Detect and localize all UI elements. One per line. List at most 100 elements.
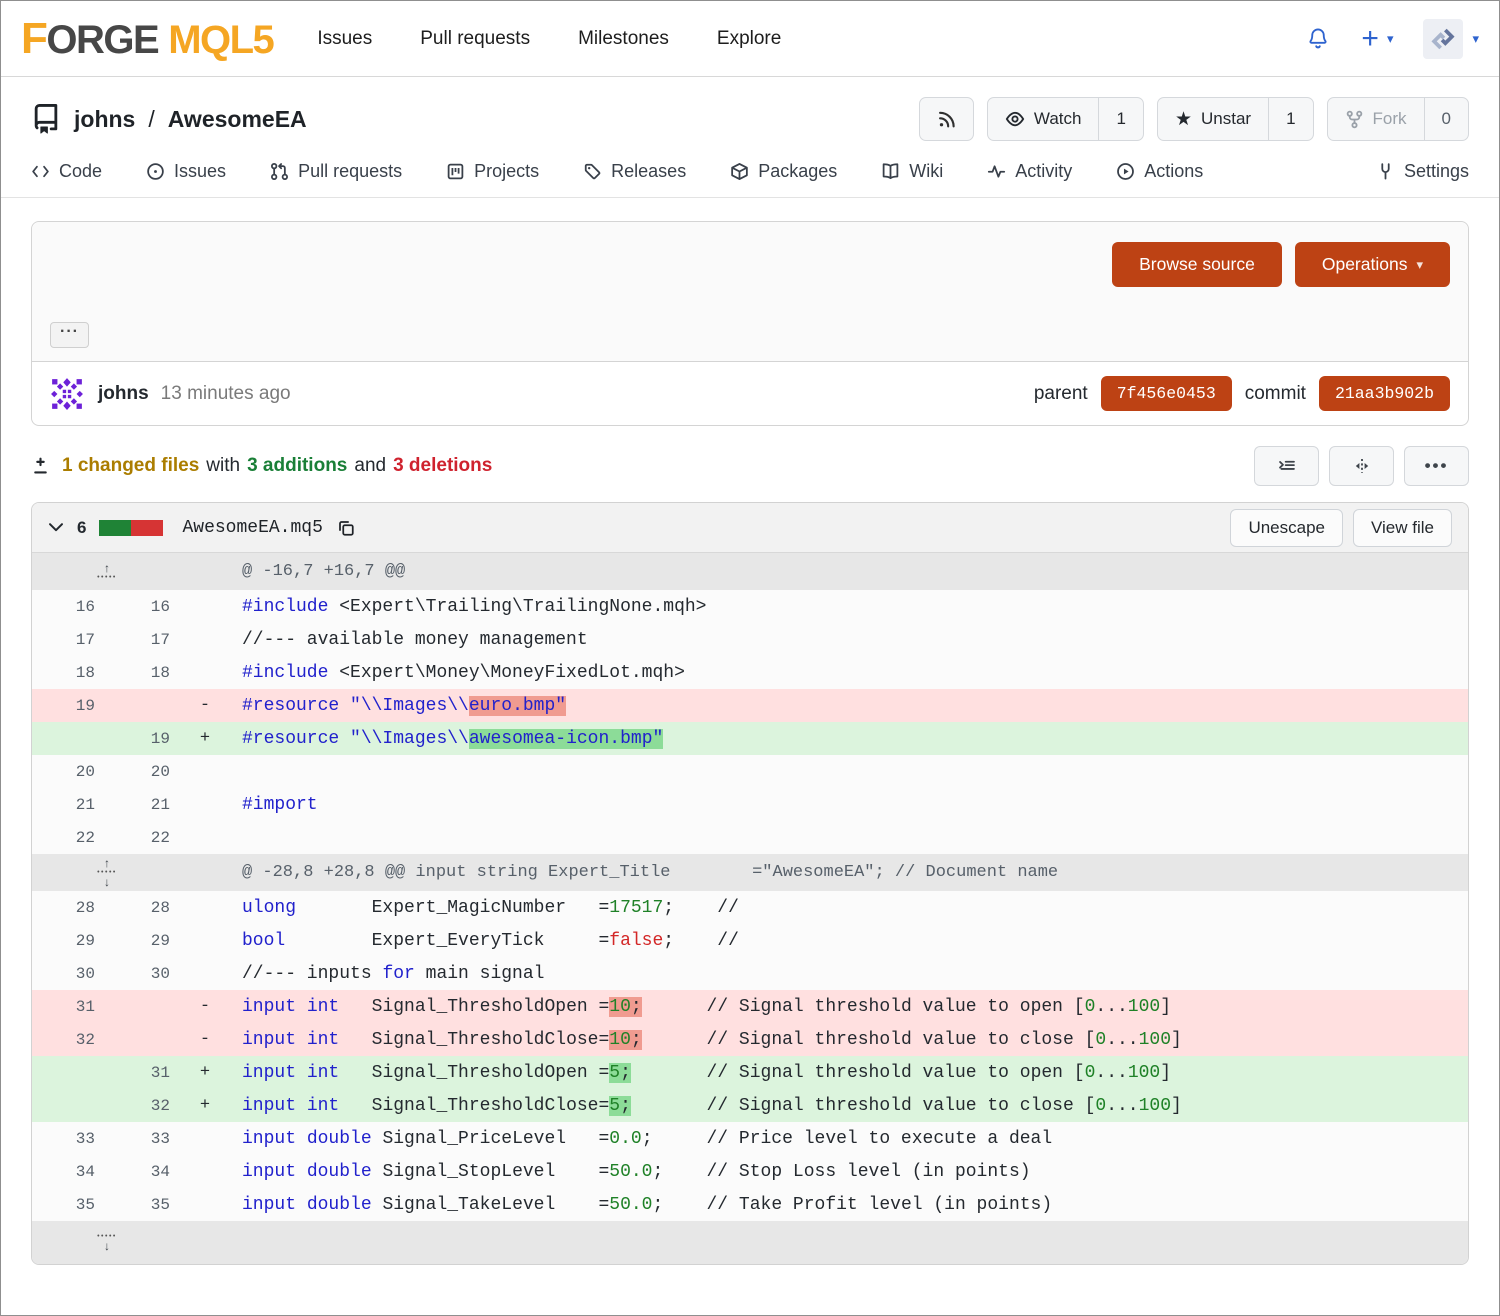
nav-explore[interactable]: Explore xyxy=(717,28,781,50)
tab-issues[interactable]: Issues xyxy=(146,161,226,182)
expand-diff-button[interactable]: ↑••••• xyxy=(32,562,182,581)
diff-sign-cell: + xyxy=(182,729,228,748)
old-line-number[interactable]: 31 xyxy=(32,998,107,1016)
expand-diff-icon: ↑•••••↓ xyxy=(97,857,117,888)
tab-settings[interactable]: Settings xyxy=(1376,161,1469,182)
view-file-button[interactable]: View file xyxy=(1353,509,1452,547)
old-line-number[interactable]: 17 xyxy=(32,631,107,649)
old-line-number[interactable]: 18 xyxy=(32,664,107,682)
diff-line-row: 3333input double Signal_PriceLevel =0.0;… xyxy=(32,1122,1468,1155)
expand-commit-message-button[interactable]: ··· xyxy=(50,322,89,348)
old-line-number[interactable]: 29 xyxy=(32,932,107,950)
fork-button[interactable]: Fork 0 xyxy=(1327,97,1469,141)
parent-hash-button[interactable]: 7f456e0453 xyxy=(1101,376,1232,411)
commit-author-name[interactable]: johns xyxy=(98,383,149,405)
notifications-bell-icon[interactable] xyxy=(1305,26,1331,52)
changed-files-count[interactable]: 1 changed files xyxy=(62,455,199,477)
unstar-button[interactable]: ★ Unstar 1 xyxy=(1157,97,1314,141)
nav-pull-requests[interactable]: Pull requests xyxy=(420,28,530,50)
new-line-number[interactable]: 34 xyxy=(107,1163,182,1181)
split-view-button[interactable] xyxy=(1329,446,1394,486)
old-line-number[interactable]: 35 xyxy=(32,1196,107,1214)
new-line-number[interactable]: 16 xyxy=(107,598,182,616)
rss-button[interactable] xyxy=(919,97,974,141)
repo-name-link[interactable]: AwesomeEA xyxy=(168,106,307,133)
code-line: #import xyxy=(228,795,1468,815)
old-line-number[interactable]: 28 xyxy=(32,899,107,917)
browse-source-button[interactable]: Browse source xyxy=(1112,242,1282,287)
package-icon xyxy=(730,162,749,181)
top-navbar: FORGEMQL5 Issues Pull requests Milestone… xyxy=(1,1,1499,77)
old-line-number[interactable]: 21 xyxy=(32,796,107,814)
tab-pull-requests[interactable]: Pull requests xyxy=(270,161,402,182)
new-line-number[interactable]: 29 xyxy=(107,932,182,950)
new-line-number[interactable]: 18 xyxy=(107,664,182,682)
new-line-number[interactable]: 35 xyxy=(107,1196,182,1214)
commit-hashes: parent 7f456e0453 commit 21aa3b902b xyxy=(1034,376,1450,411)
diff-line-row: 2828ulong Expert_MagicNumber =17517; // xyxy=(32,891,1468,924)
old-line-number[interactable]: 16 xyxy=(32,598,107,616)
commit-hash-button[interactable]: 21aa3b902b xyxy=(1319,376,1450,411)
tools-icon xyxy=(1376,162,1395,181)
old-line-number[interactable]: 30 xyxy=(32,965,107,983)
tab-activity[interactable]: Activity xyxy=(987,161,1072,182)
new-line-number[interactable]: 33 xyxy=(107,1130,182,1148)
repo-title: johns / AwesomeEA xyxy=(31,104,307,134)
chevron-down-icon: ▾ xyxy=(1472,31,1479,47)
star-count[interactable]: 1 xyxy=(1268,98,1312,140)
file-diff-box: 6 AwesomeEA.mq5 Unescape View file ↑••••… xyxy=(31,502,1469,1265)
tab-label: Projects xyxy=(474,161,539,182)
fork-count[interactable]: 0 xyxy=(1424,98,1468,140)
diff-sign-cell: - xyxy=(182,696,228,715)
watch-button[interactable]: Watch 1 xyxy=(987,97,1144,141)
old-line-number[interactable]: 22 xyxy=(32,829,107,847)
new-line-number[interactable]: 19 xyxy=(107,730,182,748)
new-line-number[interactable]: 28 xyxy=(107,899,182,917)
list-icon xyxy=(1278,457,1296,475)
forge-mql5-logo[interactable]: FORGEMQL5 xyxy=(21,14,273,64)
old-line-number[interactable]: 32 xyxy=(32,1031,107,1049)
collapse-file-chevron-icon[interactable] xyxy=(48,522,64,533)
nav-milestones[interactable]: Milestones xyxy=(578,28,669,50)
nav-issues[interactable]: Issues xyxy=(317,28,372,50)
file-name[interactable]: AwesomeEA.mq5 xyxy=(182,518,322,538)
old-line-number[interactable]: 19 xyxy=(32,697,107,715)
expand-diff-button[interactable]: •••••↓ xyxy=(32,1233,182,1252)
diff-options-button[interactable]: ••• xyxy=(1404,446,1469,486)
commit-label: commit xyxy=(1245,383,1306,405)
diff-stats-bar: 1 changed files with 3 additions and 3 d… xyxy=(31,446,1469,486)
commit-author-avatar[interactable] xyxy=(50,377,84,411)
operations-button[interactable]: Operations ▾ xyxy=(1295,242,1450,287)
expand-diff-icon: ↑••••• xyxy=(97,562,117,581)
unescape-button[interactable]: Unescape xyxy=(1230,509,1343,547)
code-icon xyxy=(31,162,50,181)
tab-wiki[interactable]: Wiki xyxy=(881,161,943,182)
old-line-number[interactable]: 20 xyxy=(32,763,107,781)
new-line-number[interactable]: 22 xyxy=(107,829,182,847)
new-line-number[interactable]: 21 xyxy=(107,796,182,814)
tab-packages[interactable]: Packages xyxy=(730,161,837,182)
old-line-number[interactable]: 33 xyxy=(32,1130,107,1148)
tab-projects[interactable]: Projects xyxy=(446,161,539,182)
tab-code[interactable]: Code xyxy=(31,161,102,182)
old-line-number[interactable]: 34 xyxy=(32,1163,107,1181)
pull-request-icon xyxy=(270,162,289,181)
watch-count[interactable]: 1 xyxy=(1098,98,1142,140)
new-line-number[interactable]: 31 xyxy=(107,1064,182,1082)
new-line-number[interactable]: 17 xyxy=(107,631,182,649)
tab-releases[interactable]: Releases xyxy=(583,161,686,182)
create-new-menu[interactable]: + ▾ xyxy=(1361,24,1393,54)
repo-owner-link[interactable]: johns xyxy=(74,106,135,133)
user-menu[interactable]: ▾ xyxy=(1423,19,1479,59)
expand-diff-button[interactable]: ↑•••••↓ xyxy=(32,857,182,888)
file-change-count: 6 xyxy=(77,518,86,538)
ellipsis-icon: ••• xyxy=(1425,456,1449,476)
new-line-number[interactable]: 20 xyxy=(107,763,182,781)
new-line-number[interactable]: 32 xyxy=(107,1097,182,1115)
diff-line-row: 1717//--- available money management xyxy=(32,623,1468,656)
tab-actions[interactable]: Actions xyxy=(1116,161,1203,182)
file-tree-toggle-button[interactable] xyxy=(1254,446,1319,486)
new-line-number[interactable]: 30 xyxy=(107,965,182,983)
commit-time: 13 minutes ago xyxy=(161,383,291,405)
copy-path-icon[interactable] xyxy=(336,518,356,538)
